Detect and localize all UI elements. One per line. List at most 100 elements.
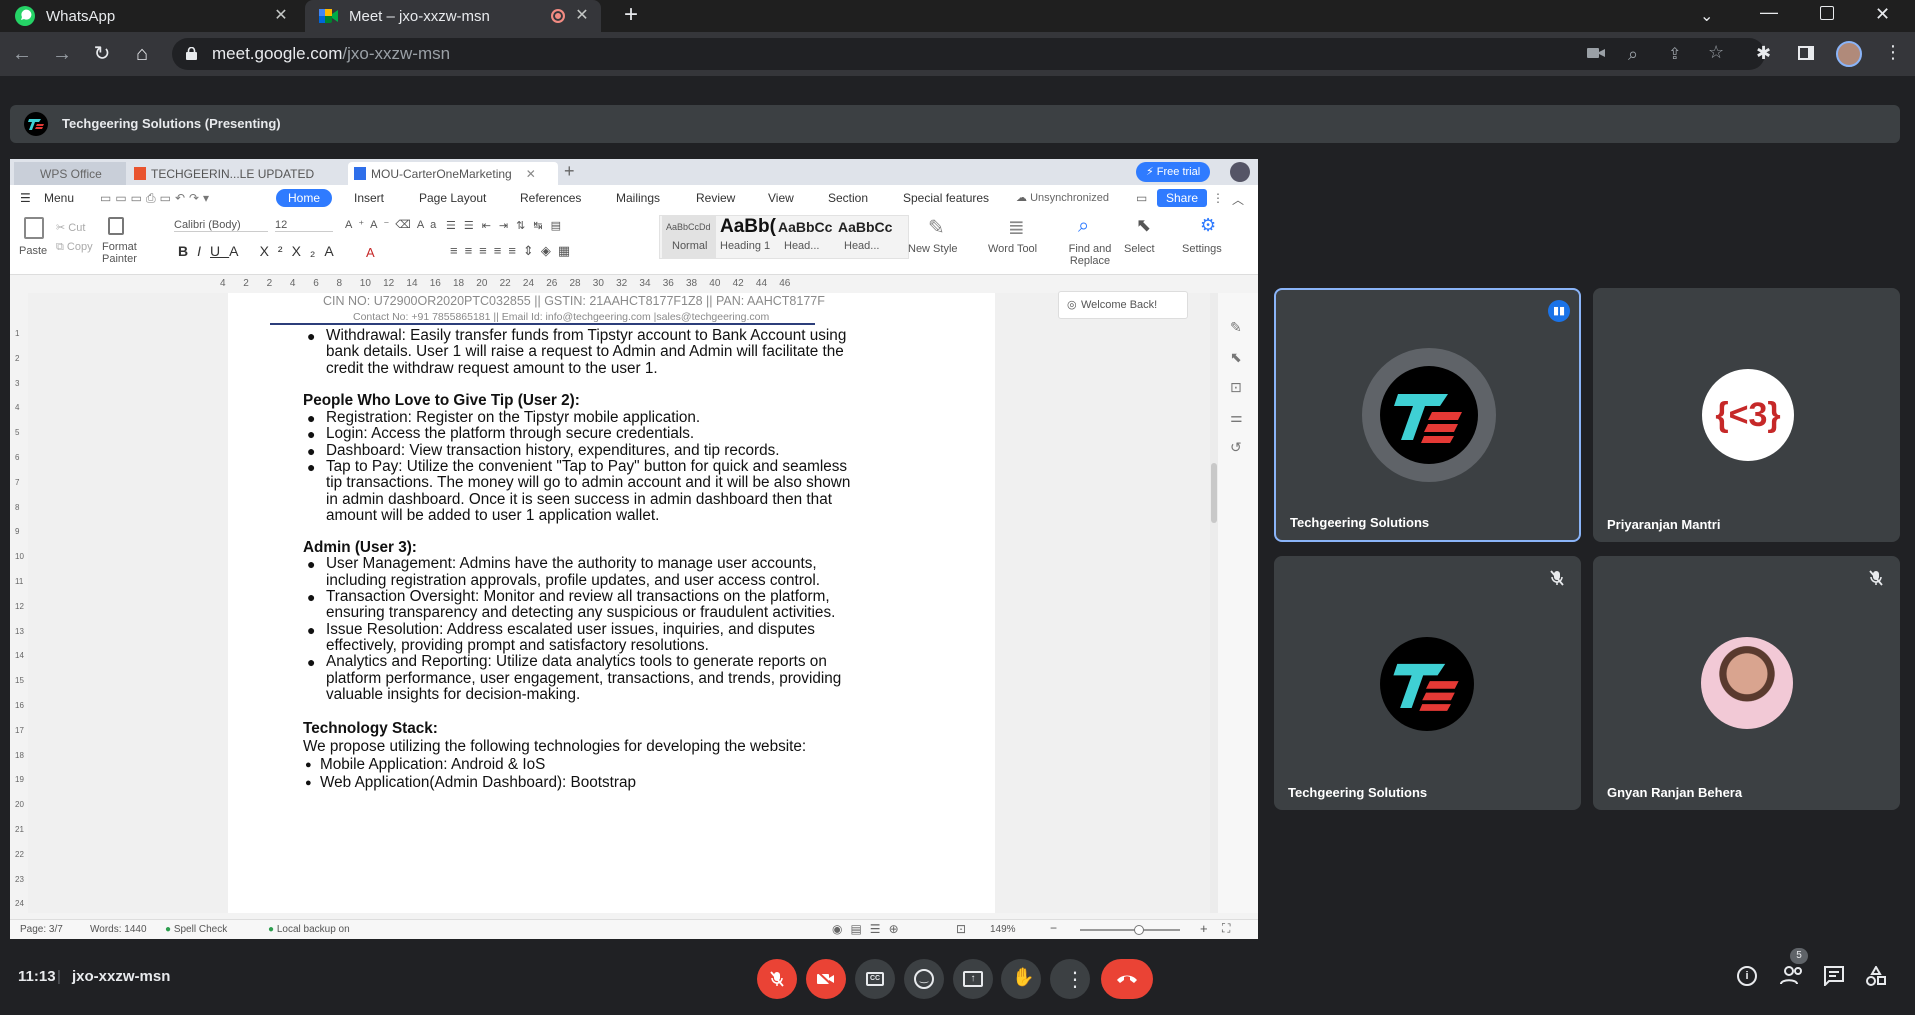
activities-button[interactable] bbox=[1866, 966, 1886, 986]
menu-item-review[interactable]: Review bbox=[696, 191, 735, 205]
side-panel-icon[interactable] bbox=[1798, 46, 1814, 60]
style-heading-1[interactable]: AaBb( Heading 1 bbox=[718, 216, 776, 258]
free-trial-button[interactable]: ⚡ Free trial bbox=[1136, 162, 1211, 182]
style-heading-3[interactable]: AaBbCc Head... bbox=[838, 216, 896, 258]
menu-item-menu[interactable]: Menu bbox=[44, 191, 74, 205]
menu-item-page-layout[interactable]: Page Layout bbox=[419, 191, 486, 205]
restore-icon[interactable] bbox=[1820, 6, 1834, 20]
end-call-button[interactable] bbox=[1101, 959, 1153, 999]
share-button[interactable]: Share bbox=[1157, 189, 1208, 207]
wps-tab-home[interactable]: WPS Office bbox=[14, 162, 126, 185]
more-options-button[interactable]: ⋮ bbox=[1050, 959, 1090, 999]
window-close-icon[interactable]: ✕ bbox=[1875, 4, 1890, 25]
participant-tile[interactable]: Gnyan Ranjan Behera bbox=[1593, 556, 1900, 810]
forward-icon[interactable]: → bbox=[50, 42, 74, 66]
find-replace-button[interactable]: Find and Replace bbox=[1066, 243, 1114, 267]
zoom-in-icon[interactable]: + bbox=[1200, 921, 1208, 936]
zoom-slider-thumb[interactable] bbox=[1134, 925, 1144, 935]
menu-item-references[interactable]: References bbox=[520, 191, 581, 205]
format-painter-button[interactable]: Format Painter bbox=[102, 241, 137, 265]
zoom-icon[interactable]: ⌕ bbox=[1628, 44, 1638, 65]
wps-avatar[interactable] bbox=[1230, 162, 1250, 182]
pointer-icon[interactable]: ⬉ bbox=[1230, 349, 1242, 366]
participant-tile[interactable]: ▮▮ Techgeering Solutions bbox=[1274, 288, 1581, 542]
cut-button[interactable]: ✂ Cut bbox=[56, 221, 85, 234]
settings-button[interactable]: Settings bbox=[1182, 243, 1222, 255]
new-style-button[interactable]: New Style bbox=[908, 243, 958, 255]
zoom-out-icon[interactable]: − bbox=[1050, 921, 1057, 935]
minimize-icon[interactable]: — bbox=[1760, 2, 1778, 23]
new-tab-icon[interactable]: + bbox=[618, 3, 644, 29]
lock-icon[interactable]: ⊡ bbox=[1230, 379, 1242, 396]
document-page[interactable]: CIN NO: U72900OR2020PTC032855 || GSTIN: … bbox=[228, 293, 995, 913]
mic-toggle-button[interactable] bbox=[757, 959, 797, 999]
quick-access-icons[interactable]: ▭▭▭⎙▭↶↷▾ bbox=[100, 191, 213, 206]
participant-tile[interactable]: Techgeering Solutions bbox=[1274, 556, 1581, 810]
backup-status[interactable]: ● Local backup on bbox=[268, 924, 350, 935]
doc-scrollbar-thumb[interactable] bbox=[1211, 463, 1217, 523]
new-tab-icon[interactable]: + bbox=[564, 161, 575, 182]
spell-check[interactable]: ● Spell Check bbox=[165, 924, 227, 935]
word-tool-button[interactable]: Word Tool bbox=[988, 243, 1037, 255]
paste-icon[interactable] bbox=[24, 217, 44, 239]
font-select[interactable]: Calibri (Body) bbox=[174, 219, 268, 232]
captions-button[interactable]: CC bbox=[855, 959, 895, 999]
reload-icon[interactable]: ↻ bbox=[90, 42, 114, 66]
participant-tile[interactable]: {<3} Priyaranjan Mantri bbox=[1593, 288, 1900, 542]
zoom-level[interactable]: 149% bbox=[990, 924, 1016, 935]
view-mode-icons[interactable]: ◉▤☰⊕ bbox=[832, 922, 907, 936]
menu-item-mailings[interactable]: Mailings bbox=[616, 191, 660, 205]
history-icon[interactable]: ↺ bbox=[1230, 439, 1242, 456]
url-text[interactable]: meet.google.com/jxo-xxzw-msn bbox=[212, 44, 450, 64]
menu-item-insert[interactable]: Insert bbox=[354, 191, 384, 205]
tab-search-icon[interactable]: ⌄ bbox=[1700, 6, 1713, 26]
font-color-icon[interactable]: A bbox=[366, 245, 375, 260]
list-indent-icons[interactable]: ☰☰⇤⇥⇅↹▤ bbox=[446, 219, 569, 232]
people-button[interactable] bbox=[1780, 965, 1804, 985]
camera-toggle-button[interactable] bbox=[806, 959, 846, 999]
pen-icon[interactable]: ✎ bbox=[1230, 319, 1242, 336]
menu-item-section[interactable]: Section bbox=[828, 191, 868, 205]
style-normal[interactable]: AaBbCcDd Normal bbox=[662, 216, 716, 258]
reactions-button[interactable]: ‿ bbox=[904, 959, 944, 999]
raise-hand-button[interactable]: ✋ bbox=[1001, 959, 1041, 999]
close-icon[interactable]: ✕ bbox=[573, 7, 591, 25]
style-heading-2[interactable]: AaBbCc Head... bbox=[778, 216, 836, 258]
collapse-ribbon-icon[interactable]: ︿ bbox=[1232, 191, 1244, 208]
sliders-icon[interactable]: ⚌ bbox=[1230, 409, 1243, 426]
browser-menu-icon[interactable]: ⋮ bbox=[1884, 42, 1902, 63]
paste-button[interactable]: Paste bbox=[19, 245, 47, 257]
zoom-slider[interactable] bbox=[1080, 925, 1180, 935]
doc-scrollbar[interactable] bbox=[1210, 293, 1218, 913]
fit-page-icon[interactable]: ⊡ bbox=[956, 922, 966, 936]
welcome-back-badge[interactable]: ◎ Welcome Back! bbox=[1058, 291, 1188, 319]
wps-tab-file2[interactable]: MOU-CarterOneMarketing ✕ bbox=[348, 162, 558, 185]
share-icon[interactable]: ⇪ bbox=[1668, 44, 1681, 64]
chat-button[interactable] bbox=[1824, 966, 1844, 986]
select-button[interactable]: Select bbox=[1124, 243, 1155, 255]
menu-item-home[interactable]: Home bbox=[276, 189, 333, 207]
format-painter-icon[interactable] bbox=[108, 217, 124, 235]
close-icon[interactable]: ✕ bbox=[272, 7, 290, 25]
alignment-icons[interactable]: ≡≡≡≡≡⇕◈▦ bbox=[450, 243, 577, 259]
extensions-icon[interactable]: ✱ bbox=[1756, 43, 1771, 64]
back-icon[interactable]: ← bbox=[10, 42, 34, 66]
text-format-icons[interactable]: BIUA X²X₂A bbox=[178, 243, 343, 259]
font-grow-shrink-icons[interactable]: A⁺A⁻⌫Aa bbox=[345, 218, 442, 231]
copy-button[interactable]: ⧉ Copy bbox=[56, 241, 93, 254]
bookmark-star-icon[interactable]: ☆ bbox=[1708, 42, 1724, 63]
profile-avatar[interactable] bbox=[1836, 41, 1862, 67]
browser-tab-whatsapp[interactable]: WhatsApp ✕ bbox=[0, 0, 300, 32]
close-icon[interactable]: ✕ bbox=[526, 167, 536, 181]
more-icon[interactable]: ⋮ bbox=[1212, 191, 1224, 205]
camera-blocked-icon[interactable] bbox=[1587, 45, 1605, 61]
unsynchronized-status[interactable]: ☁ Unsynchronized bbox=[1016, 191, 1109, 204]
wps-tab-file1[interactable]: TECHGEERIN...LE UPDATED bbox=[128, 162, 346, 185]
browser-tab-meet[interactable]: Meet – jxo-xxzw-msn ✕ bbox=[305, 0, 601, 32]
menu-hamburger-icon[interactable]: ☰ bbox=[20, 191, 31, 205]
page-indicator[interactable]: Page: 3/7 bbox=[20, 924, 63, 935]
menu-item-special-features[interactable]: Special features bbox=[903, 191, 989, 205]
meeting-info-icon[interactable]: i bbox=[1737, 966, 1757, 986]
present-button[interactable]: ↑ bbox=[953, 959, 993, 999]
fullscreen-icon[interactable]: ⛶ bbox=[1222, 921, 1230, 936]
